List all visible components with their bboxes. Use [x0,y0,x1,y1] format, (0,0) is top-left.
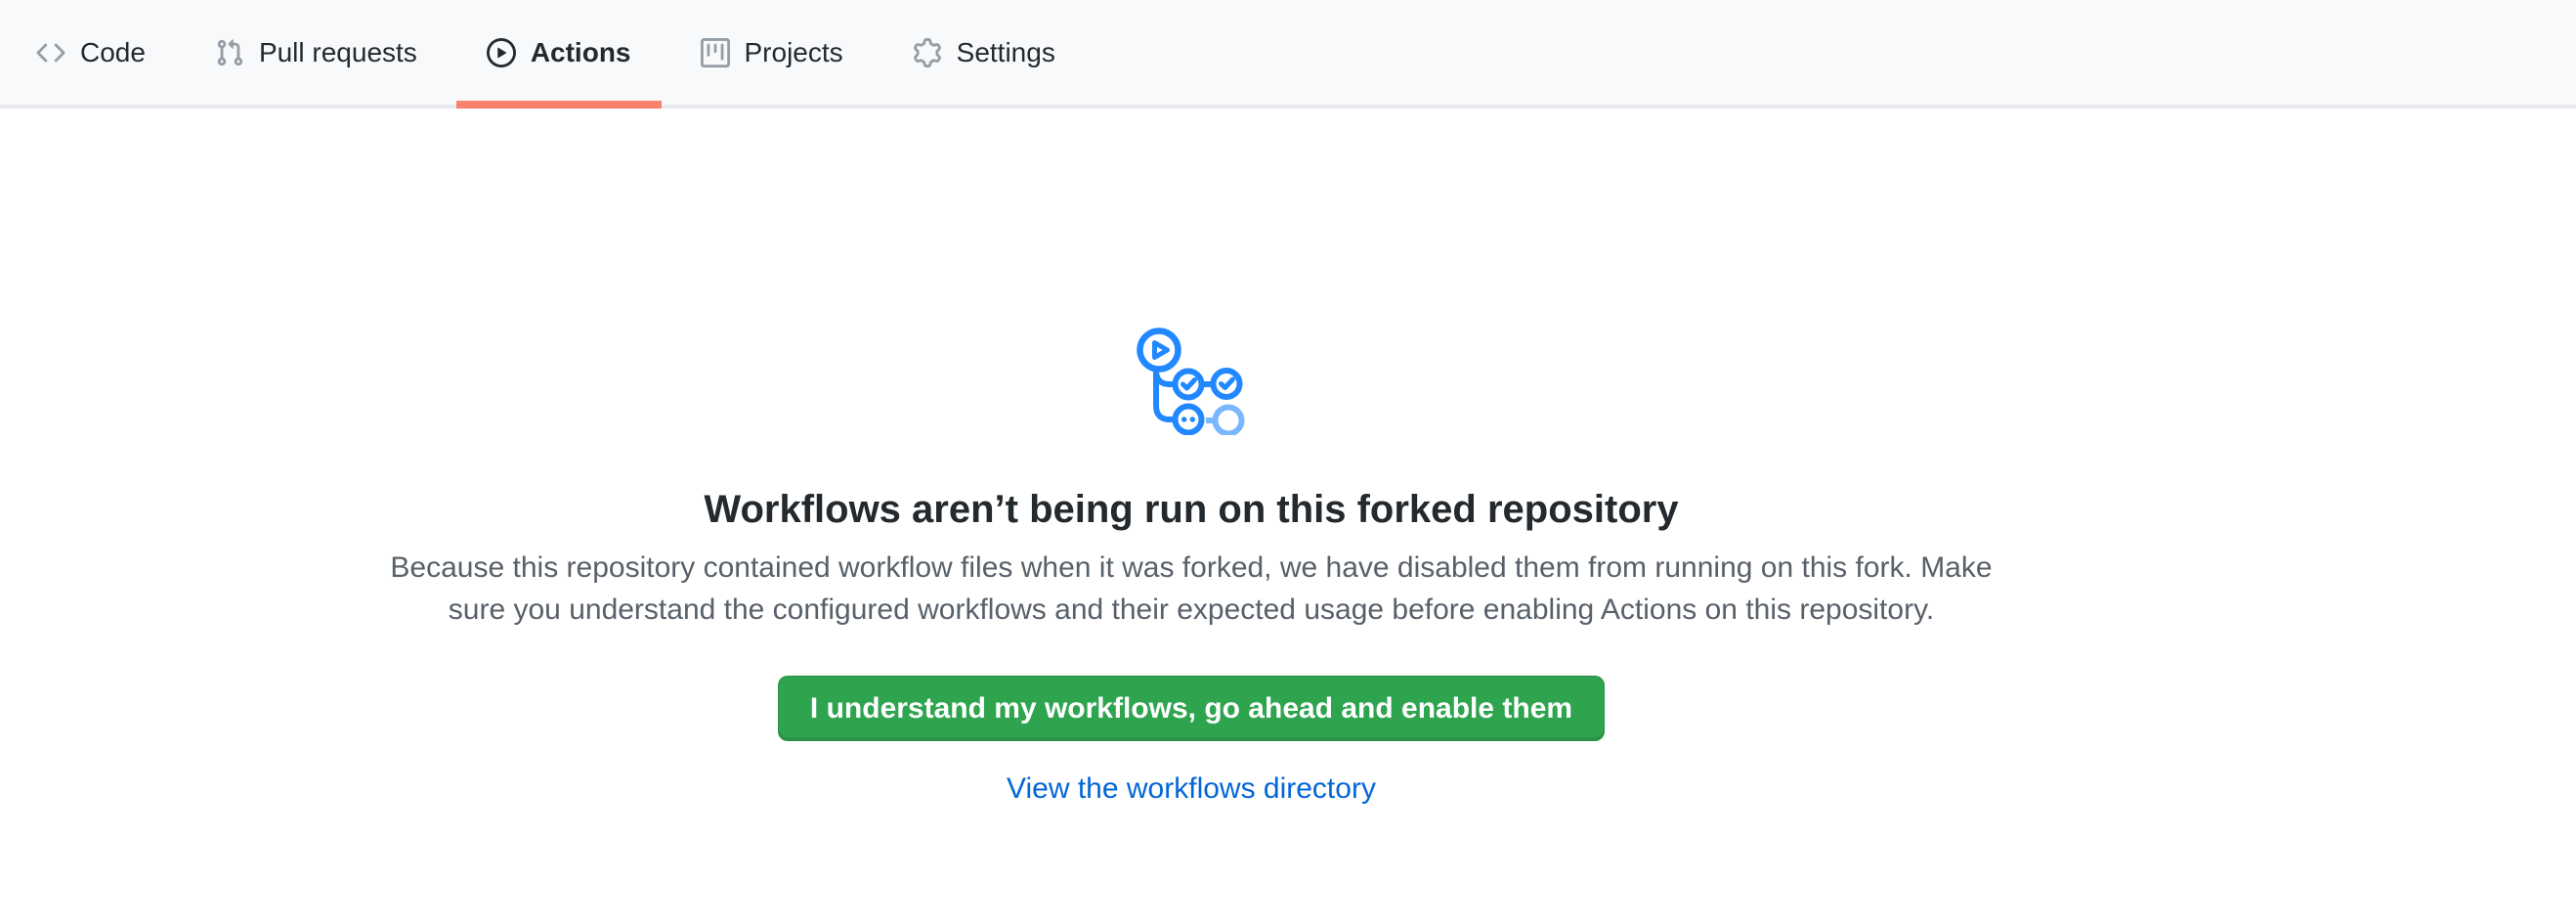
project-icon [701,38,730,67]
tab-pull-requests[interactable]: Pull requests [185,0,448,105]
tab-actions-label: Actions [531,37,631,68]
repo-tab-nav: Code Pull requests Actions Projects Sett… [0,0,2576,109]
code-icon [36,38,65,67]
workflows-directory-link[interactable]: View the workflows directory [1007,768,1376,810]
tab-actions[interactable]: Actions [456,0,662,105]
tab-projects-label: Projects [745,37,843,68]
git-pull-request-icon [215,38,244,67]
play-icon [487,38,516,67]
blankslate-title: Workflows aren’t being run on this forke… [704,486,1678,533]
gear-icon [913,38,942,67]
blankslate-description-line1: Because this repository contained workfl… [390,547,1992,589]
actions-disabled-blankslate: Workflows aren’t being run on this forke… [0,109,2383,810]
workflow-graph-icon [1137,326,1246,435]
tab-code[interactable]: Code [6,0,176,105]
enable-workflows-button[interactable]: I understand my workflows, go ahead and … [778,676,1605,741]
tab-settings-label: Settings [957,37,1055,68]
blankslate-description: Because this repository contained workfl… [390,547,1992,631]
tab-code-label: Code [80,37,146,68]
tab-settings[interactable]: Settings [882,0,1086,105]
tab-pull-requests-label: Pull requests [259,37,417,68]
blankslate-description-line2: sure you understand the configured workf… [390,589,1992,631]
tab-projects[interactable]: Projects [670,0,874,105]
